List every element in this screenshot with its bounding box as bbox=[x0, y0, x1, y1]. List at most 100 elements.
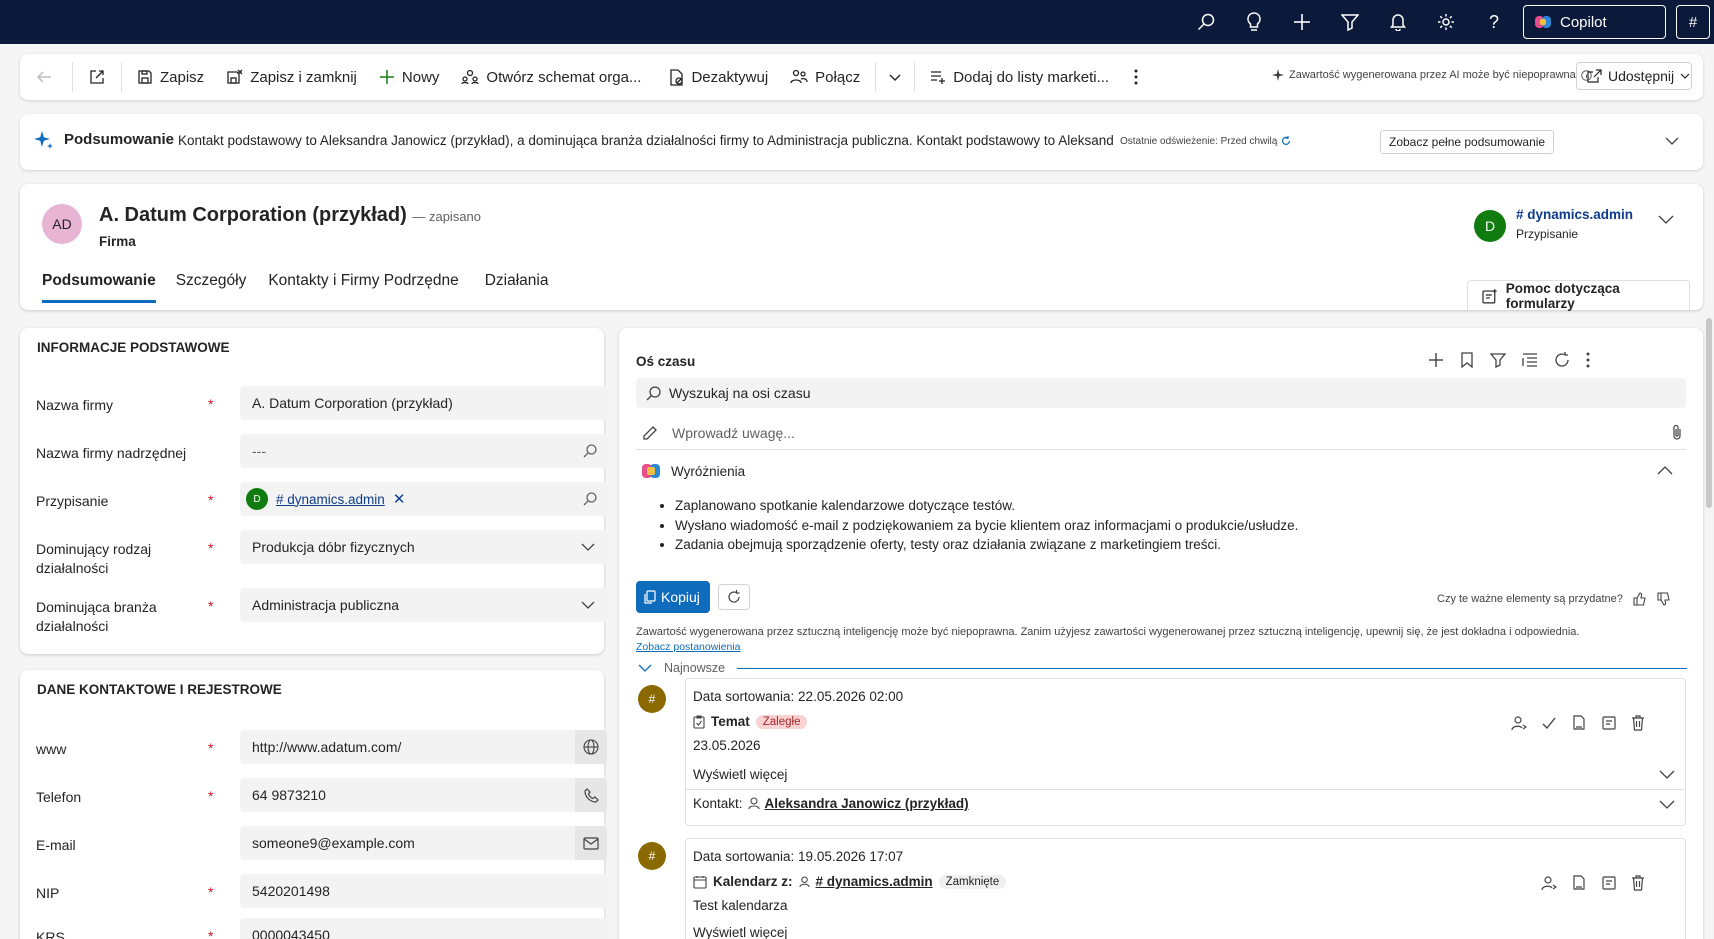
owner-lookup[interactable]: D # dynamics.admin ✕ bbox=[240, 482, 607, 516]
divider bbox=[875, 62, 877, 92]
more-icon[interactable] bbox=[1586, 352, 1590, 368]
more-commands-chevron[interactable] bbox=[880, 54, 910, 100]
chevron-down-icon bbox=[1680, 73, 1690, 79]
tab-summary[interactable]: Podsumowanie bbox=[42, 272, 156, 303]
note-icon[interactable] bbox=[1601, 715, 1617, 731]
record-header: AD A. Datum Corporation (przykład) — zap… bbox=[20, 184, 1703, 311]
bell-icon[interactable] bbox=[1374, 0, 1422, 44]
chevron-down-icon[interactable] bbox=[1658, 212, 1674, 226]
krs-input[interactable]: 0000043450 bbox=[240, 918, 607, 939]
list-view-icon[interactable] bbox=[1522, 352, 1538, 368]
nip-input[interactable]: 5420201498 bbox=[240, 874, 607, 908]
new-button[interactable]: Nowy bbox=[368, 54, 451, 100]
chevron-down-icon[interactable] bbox=[1659, 799, 1675, 811]
thumbs-down-icon[interactable] bbox=[1657, 592, 1671, 606]
refresh-icon[interactable] bbox=[1554, 352, 1570, 368]
assign-icon[interactable] bbox=[1511, 715, 1527, 731]
page-scrollbar[interactable] bbox=[1706, 318, 1712, 508]
mail-icon[interactable] bbox=[575, 826, 607, 860]
person-icon bbox=[798, 875, 810, 887]
tab-contacts-subaccounts[interactable]: Kontakty i Firmy Podrzędne bbox=[268, 272, 458, 303]
company-name-input[interactable]: A. Datum Corporation (przykład) bbox=[240, 386, 607, 420]
save-and-close-button[interactable]: Zapisz i zamknij bbox=[215, 54, 368, 100]
thumbs-up-icon[interactable] bbox=[1633, 592, 1647, 606]
owner-link[interactable]: # dynamics.admin bbox=[276, 492, 385, 507]
search-icon[interactable] bbox=[583, 492, 597, 506]
highlight-item: Zadania obejmują sporządzenie oferty, te… bbox=[675, 535, 1675, 555]
plus-icon[interactable] bbox=[1428, 352, 1444, 368]
deactivate-button[interactable]: Dezaktywuj bbox=[658, 54, 779, 100]
timeline-section: Oś czasu Wyszukaj na osi czasu Wprowadź … bbox=[619, 328, 1703, 939]
divider bbox=[121, 62, 122, 92]
section-title: DANE KONTAKTOWE I REJESTROWE bbox=[37, 682, 282, 697]
owner-avatar: D bbox=[1474, 210, 1506, 242]
note-icon[interactable] bbox=[1601, 875, 1617, 891]
form-help-button[interactable]: Pomoc dotycząca formularzy bbox=[1467, 280, 1690, 311]
globe-icon[interactable] bbox=[575, 730, 607, 764]
save-button[interactable]: Zapisz bbox=[126, 54, 215, 100]
user-avatar-button[interactable]: # bbox=[1676, 5, 1710, 39]
timeline-search-input[interactable]: Wyszukaj na osi czasu bbox=[636, 378, 1686, 408]
owner-link[interactable]: # dynamics.admin bbox=[1516, 207, 1633, 222]
pencil-icon bbox=[643, 425, 657, 440]
tab-details[interactable]: Szczegóły bbox=[176, 272, 247, 303]
highlight-item: Wysłano wiadomość e-mail z podziękowanie… bbox=[675, 516, 1675, 536]
section-title: INFORMACJE PODSTAWOWE bbox=[37, 340, 230, 355]
check-icon[interactable] bbox=[1541, 715, 1557, 731]
help-icon[interactable]: ? bbox=[1470, 0, 1518, 44]
delete-icon[interactable] bbox=[1631, 715, 1645, 731]
owner-avatar: D bbox=[246, 488, 268, 510]
newest-divider[interactable]: Najnowsze bbox=[638, 661, 1687, 675]
phone-input[interactable]: 64 9873210 bbox=[240, 778, 607, 812]
email-input[interactable]: someone9@example.com bbox=[240, 826, 607, 860]
copilot-icon bbox=[641, 462, 661, 480]
filter-icon[interactable] bbox=[1490, 352, 1506, 368]
lightbulb-icon[interactable] bbox=[1230, 0, 1278, 44]
share-button[interactable]: Udostępnij bbox=[1576, 62, 1692, 90]
copy-button[interactable]: Kopiuj bbox=[636, 581, 710, 613]
command-bar: Zapisz Zapisz i zamknij Nowy Otwórz sche… bbox=[20, 54, 1703, 100]
plus-icon[interactable] bbox=[1278, 0, 1326, 44]
show-more-link[interactable]: Wyświetl więcej bbox=[693, 925, 787, 939]
timeline-entry: Data sortowania: 19.05.2026 17:07 Kalend… bbox=[685, 838, 1686, 939]
required-marker: * bbox=[208, 598, 214, 614]
close-activity-icon[interactable] bbox=[1571, 715, 1587, 731]
filter-icon[interactable] bbox=[1326, 0, 1374, 44]
add-to-marketing-list-button[interactable]: Dodaj do listy marketi... bbox=[919, 54, 1120, 100]
delete-icon[interactable] bbox=[1631, 875, 1645, 891]
chevron-down-icon[interactable] bbox=[1665, 134, 1679, 148]
chevron-up-icon[interactable] bbox=[1657, 464, 1673, 476]
settings-link[interactable]: Zobacz postanowienia bbox=[636, 641, 740, 653]
bookmark-icon[interactable] bbox=[1460, 352, 1474, 368]
connect-button[interactable]: Połącz bbox=[779, 54, 871, 100]
refresh-icon[interactable] bbox=[1281, 136, 1291, 146]
regenerate-button[interactable] bbox=[718, 584, 750, 610]
phone-icon[interactable] bbox=[575, 778, 607, 812]
search-icon[interactable] bbox=[1182, 0, 1230, 44]
assign-icon[interactable] bbox=[1541, 875, 1557, 891]
primary-industry-select[interactable]: Administracja publiczna bbox=[240, 588, 607, 622]
person-icon bbox=[747, 797, 760, 810]
gear-icon[interactable] bbox=[1422, 0, 1470, 44]
primary-activity-select[interactable]: Produkcja dóbr fizycznych bbox=[240, 530, 607, 564]
open-new-window-button[interactable] bbox=[77, 54, 117, 100]
remove-icon[interactable]: ✕ bbox=[393, 490, 406, 508]
parent-company-input[interactable]: --- bbox=[240, 434, 607, 468]
close-activity-icon[interactable] bbox=[1571, 875, 1587, 891]
tab-activities[interactable]: Działania bbox=[485, 272, 549, 303]
divider bbox=[72, 62, 73, 92]
full-summary-button[interactable]: Zobacz pełne podsumowanie bbox=[1380, 130, 1555, 154]
search-icon[interactable] bbox=[583, 444, 597, 458]
copilot-icon bbox=[1534, 13, 1552, 31]
show-more-link[interactable]: Wyświetl więcej bbox=[693, 767, 787, 782]
note-input[interactable]: Wprowadź uwagę... bbox=[636, 416, 1686, 450]
copy-icon bbox=[644, 590, 656, 604]
attachment-icon[interactable] bbox=[1672, 424, 1682, 441]
org-chart-button[interactable]: Otwórz schemat orga... bbox=[450, 54, 652, 100]
overflow-menu-button[interactable] bbox=[1120, 54, 1152, 100]
back-button[interactable] bbox=[20, 54, 68, 100]
copilot-button[interactable]: Copilot bbox=[1523, 5, 1666, 39]
chevron-down-icon[interactable] bbox=[1659, 769, 1675, 781]
entry-contact-row: Kontakt: Aleksandra Janowicz (przykład) bbox=[693, 796, 969, 811]
website-input[interactable]: http://www.adatum.com/ bbox=[240, 730, 607, 764]
